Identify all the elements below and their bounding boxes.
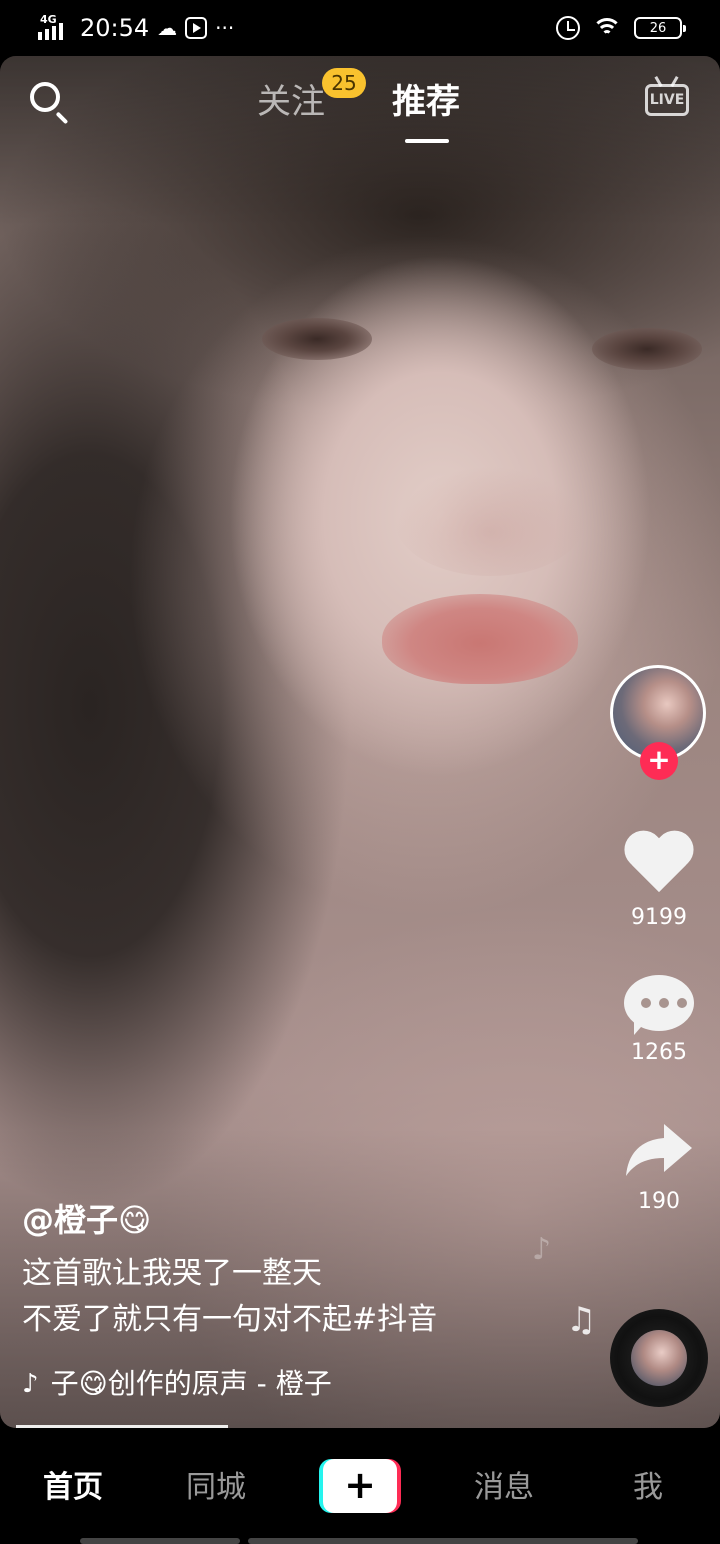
gesture-bar [248, 1538, 638, 1544]
nav-home[interactable]: 首页 [43, 1468, 103, 1508]
gesture-bar [80, 1538, 240, 1544]
more-notifications-icon: ··· [215, 16, 235, 40]
video-frame-detail [395, 466, 585, 576]
video-frame-detail [262, 318, 372, 360]
create-button[interactable]: + [319, 1459, 401, 1513]
nav-messages[interactable]: 消息 [474, 1468, 534, 1508]
music-cover [631, 1330, 687, 1386]
heart-icon [623, 832, 695, 900]
caption-line-2: 不爱了就只有一句对不起#抖音 [22, 1302, 438, 1337]
live-label: LIVE [645, 84, 689, 116]
share-count: 190 [638, 1189, 680, 1214]
tab-following[interactable]: 关注 [257, 80, 325, 124]
status-bar: 4G 20:54 ☁ ··· 26 [0, 0, 720, 56]
plus-icon: + [323, 1459, 397, 1513]
comment-icon [624, 975, 694, 1035]
floating-note-icon: ♫ [566, 1300, 597, 1340]
battery-level: 26 [649, 20, 667, 36]
share-button[interactable]: 190 [612, 1118, 706, 1216]
active-tab-indicator [405, 139, 449, 143]
tab-recommended[interactable]: 推荐 [392, 80, 460, 124]
following-count-badge: 25 [322, 68, 366, 98]
alarm-icon [556, 16, 580, 40]
author-name[interactable]: @橙子😋 [22, 1198, 151, 1242]
status-time: 20:54 [80, 14, 150, 42]
nav-nearby[interactable]: 同城 [186, 1468, 246, 1508]
share-arrow-icon [626, 1124, 692, 1176]
wifi-icon [592, 16, 622, 40]
live-icon[interactable]: LIVE [645, 75, 689, 118]
search-icon[interactable] [28, 80, 76, 128]
comment-count: 1265 [631, 1040, 687, 1065]
music-disc[interactable] [610, 1309, 708, 1407]
video-frame-detail [382, 594, 578, 684]
bottom-nav: 首页 同城 + 消息 我 [0, 1428, 720, 1544]
floating-note-icon: ♪ [532, 1232, 552, 1267]
music-info[interactable]: ♪ 子😋创作的原声 - 橙子 [22, 1364, 332, 1404]
comment-button[interactable]: 1265 [612, 975, 706, 1067]
signal-icon: 4G [38, 14, 72, 42]
music-note-icon: ♪ [22, 1369, 39, 1399]
battery-icon: 26 [634, 17, 686, 39]
nav-me[interactable]: 我 [633, 1468, 663, 1508]
video-frame-detail [592, 328, 702, 370]
like-count: 9199 [631, 905, 687, 930]
cloud-icon: ☁ [157, 16, 178, 40]
media-play-icon [185, 17, 208, 39]
music-title: 子😋创作的原声 - 橙子 [50, 1367, 332, 1400]
caption-line-1: 这首歌让我哭了一整天 [22, 1256, 322, 1291]
like-button[interactable]: 9199 [612, 832, 706, 932]
follow-plus-button[interactable]: + [640, 742, 678, 780]
